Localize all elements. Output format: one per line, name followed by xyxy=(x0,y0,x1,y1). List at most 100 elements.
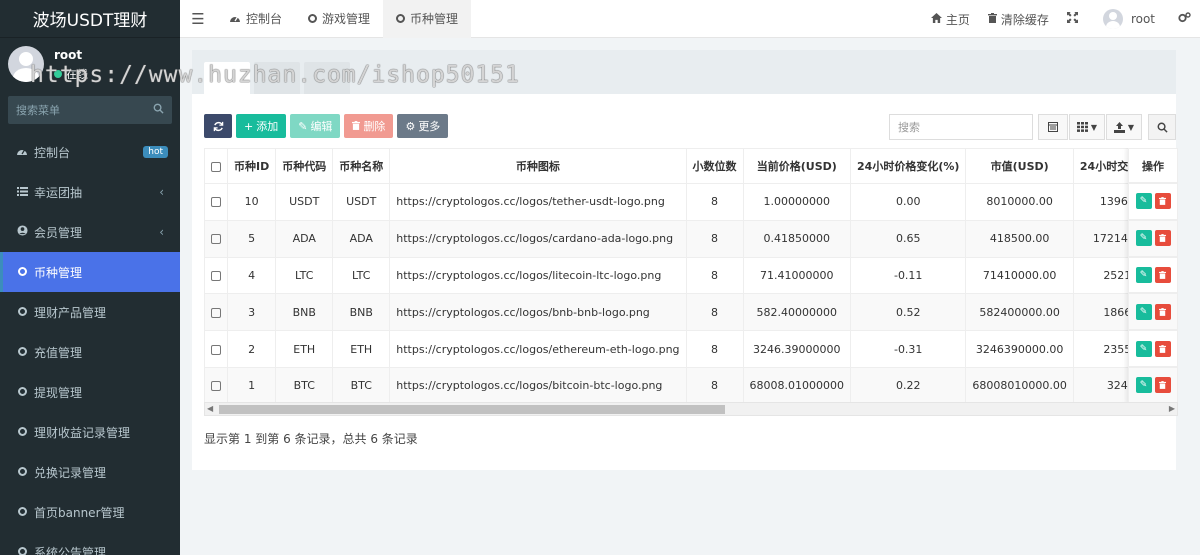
column-header[interactable]: 币种名称 xyxy=(332,148,391,184)
delete-row-button[interactable] xyxy=(1154,266,1171,283)
row-select-cell[interactable] xyxy=(204,330,228,368)
edit-row-button[interactable]: ✎ xyxy=(1135,266,1152,283)
edit-row-button[interactable]: ✎ xyxy=(1135,303,1152,320)
delete-button[interactable]: 删除 xyxy=(344,114,394,138)
scroll-right-arrow-icon[interactable]: ▶ xyxy=(1169,403,1175,415)
chevron-left-icon: ‹ xyxy=(159,225,164,239)
table-row[interactable]: 5 ADA ADA https://cryptologos.cc/logos/card… xyxy=(204,219,1178,258)
settings-button[interactable] xyxy=(1164,12,1200,26)
table-row[interactable]: 10 USDT USDT https://cryptologos.cc/logos/t… xyxy=(204,183,1178,221)
sidebar-item-exchange-records[interactable]: 兑换记录管理 xyxy=(0,452,180,492)
menu-toggle-icon[interactable]: ☰ xyxy=(180,10,216,28)
sidebar-item-dashboard[interactable]: 控制台 hot xyxy=(0,132,180,172)
circle-icon xyxy=(14,546,30,555)
sidebar-item-label: 理财产品管理 xyxy=(34,305,107,320)
row-checkbox[interactable] xyxy=(211,307,221,318)
pencil-icon: ✎ xyxy=(298,119,308,133)
horizontal-scrollbar[interactable]: ◀ ▶ xyxy=(204,402,1178,416)
tab-game-management[interactable]: 游戏管理 xyxy=(295,0,383,38)
delete-row-button[interactable] xyxy=(1154,340,1171,357)
tab-currency-management[interactable]: 币种管理 xyxy=(383,0,472,38)
table-cell: BTC xyxy=(275,366,334,405)
column-header[interactable]: 币种ID xyxy=(226,148,277,184)
toggle-view-button[interactable] xyxy=(1038,114,1068,140)
operation-header: 操作 xyxy=(1128,148,1178,183)
add-button[interactable]: + 添加 xyxy=(236,114,287,138)
chevron-left-icon: ‹ xyxy=(159,185,164,199)
table-row[interactable]: 1 BTC BTC https://cryptologos.cc/logos/bitc… xyxy=(204,366,1178,405)
scrollbar-thumb[interactable] xyxy=(219,405,725,414)
select-all-checkbox[interactable] xyxy=(211,161,221,172)
panel-tab-2[interactable] xyxy=(254,62,300,94)
sidebar-item-income-records[interactable]: 理财收益记录管理 xyxy=(0,412,180,452)
edit-row-button[interactable]: ✎ xyxy=(1135,340,1152,357)
export-button[interactable]: ▼ xyxy=(1106,114,1142,140)
circle-icon xyxy=(308,14,318,23)
select-all-header[interactable] xyxy=(204,148,228,184)
row-select-cell[interactable] xyxy=(204,183,228,221)
row-checkbox[interactable] xyxy=(211,381,221,392)
brand-logo[interactable]: 波场USDT理财 xyxy=(0,0,180,38)
fullscreen-button[interactable] xyxy=(1058,12,1087,26)
table-cell: BNB xyxy=(332,293,391,332)
row-select-cell[interactable] xyxy=(204,293,228,332)
column-header[interactable]: 小数位数 xyxy=(685,148,744,184)
grid-icon xyxy=(1076,122,1088,132)
clear-cache-button[interactable]: 清除缓存 xyxy=(979,11,1058,28)
table-row[interactable]: 2 ETH ETH https://cryptologos.cc/logos/ethe… xyxy=(204,330,1178,368)
table-cell: 8010000.00 xyxy=(965,183,1074,221)
sidebar-item-currency-management[interactable]: 币种管理 xyxy=(0,252,180,292)
edit-row-button[interactable]: ✎ xyxy=(1135,377,1152,394)
table-row[interactable]: 3 BNB BNB https://cryptologos.cc/logos/bnb-… xyxy=(204,293,1178,332)
sidebar-item-label: 充值管理 xyxy=(34,345,83,360)
sidebar-item-system-notice[interactable]: 系统公告管理 xyxy=(0,532,180,555)
column-header[interactable]: 币种图标 xyxy=(389,148,687,184)
table-cell: ETH xyxy=(332,330,391,368)
table-search-input[interactable] xyxy=(889,114,1033,140)
column-header[interactable]: 当前价格(USD) xyxy=(742,148,852,184)
row-checkbox[interactable] xyxy=(211,197,221,208)
advanced-search-button[interactable] xyxy=(1148,114,1176,140)
column-header[interactable]: 24小时价格变化(%) xyxy=(850,148,967,184)
sidebar-item-withdraw-management[interactable]: 提现管理 xyxy=(0,372,180,412)
more-button[interactable]: ⚙ 更多 xyxy=(397,114,449,138)
edit-button[interactable]: ✎ 编辑 xyxy=(290,114,341,138)
sidebar-item-banner-management[interactable]: 首页banner管理 xyxy=(0,492,180,532)
row-select-cell[interactable] xyxy=(204,219,228,258)
user-menu[interactable]: root xyxy=(1087,9,1164,29)
home-link[interactable]: 主页 xyxy=(922,11,979,28)
column-header[interactable]: 市值(USD) xyxy=(965,148,1074,184)
edit-row-button[interactable]: ✎ xyxy=(1135,193,1152,210)
tab-dashboard[interactable]: 控制台 xyxy=(216,0,295,38)
table-cell: https://cryptologos.cc/logos/tether-usdt… xyxy=(389,183,687,221)
sidebar-item-label: 提现管理 xyxy=(34,385,83,400)
row-checkbox[interactable] xyxy=(211,234,221,245)
search-icon[interactable] xyxy=(153,103,164,117)
panel-tab-3[interactable] xyxy=(304,62,350,94)
delete-row-button[interactable] xyxy=(1154,230,1171,247)
sidebar-item-lucky-draw[interactable]: 幸运团抽 ‹ xyxy=(0,172,180,212)
panel-tab-all[interactable] xyxy=(204,62,250,94)
columns-button[interactable]: ▼ xyxy=(1069,114,1105,140)
table-cell: https://cryptologos.cc/logos/cardano-ada… xyxy=(389,219,687,258)
sidebar-item-financial-products[interactable]: 理财产品管理 xyxy=(0,292,180,332)
delete-row-button[interactable] xyxy=(1154,377,1171,394)
sidebar-search xyxy=(8,96,172,124)
refresh-button[interactable] xyxy=(204,114,232,138)
delete-row-button[interactable] xyxy=(1154,303,1171,320)
column-header[interactable]: 币种代码 xyxy=(275,148,334,184)
row-select-cell[interactable] xyxy=(204,256,228,295)
row-checkbox[interactable] xyxy=(211,270,221,281)
row-checkbox[interactable] xyxy=(211,344,221,355)
table-cell: 2 xyxy=(226,330,277,368)
table-cell: USDT xyxy=(275,183,334,221)
table-row[interactable]: 4 LTC LTC https://cryptologos.cc/logos/lite… xyxy=(204,256,1178,295)
sidebar-item-label: 会员管理 xyxy=(34,225,83,240)
scroll-left-arrow-icon[interactable]: ◀ xyxy=(207,403,213,415)
sidebar-item-member-management[interactable]: 会员管理 ‹ xyxy=(0,212,180,252)
sidebar-search-input[interactable] xyxy=(16,103,136,117)
row-select-cell[interactable] xyxy=(204,366,228,405)
delete-row-button[interactable] xyxy=(1154,193,1171,210)
edit-row-button[interactable]: ✎ xyxy=(1135,230,1152,247)
sidebar-item-recharge-management[interactable]: 充值管理 xyxy=(0,332,180,372)
